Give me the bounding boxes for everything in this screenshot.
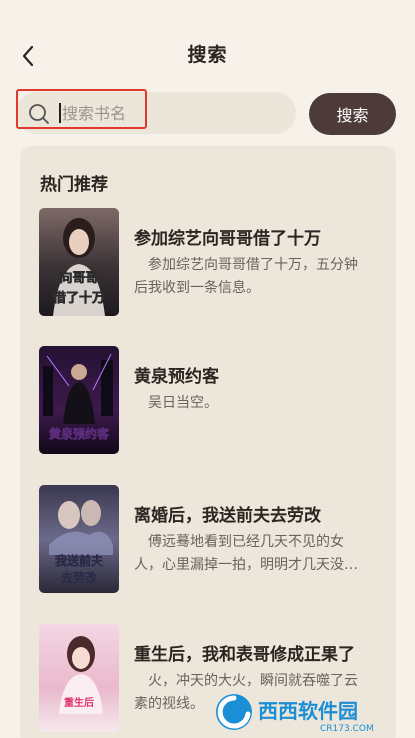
watermark-sub: CR173.COM [320,724,374,734]
svg-text:向哥哥: 向哥哥 [59,270,98,286]
book-title: 黄泉预约客 [134,367,219,387]
watermark-text: 西西软件园 [258,699,358,723]
book-cover: 我送前夫 去劳改 [39,485,119,593]
watermark-logo: 西西软件园 CR173.COM [212,690,402,734]
section-title: 热门推荐 [40,175,108,195]
search-bar: 搜索 [16,89,400,136]
search-input-highlight [16,89,147,129]
book-title: 参加综艺向哥哥借了十万 [134,229,321,249]
book-cover: 黄泉预约客 [39,346,119,454]
book-cover: 向哥哥 借了十万 [39,208,119,316]
book-title: 离婚后，我送前夫去劳改 [134,506,321,526]
svg-text:黄泉预约客: 黄泉预约客 [49,426,110,441]
page-title: 搜索 [187,44,228,66]
book-item[interactable]: 我送前夫 去劳改 离婚后，我送前夫去劳改 傅远蓦地看到已经几天不见的女人，心里漏… [39,485,384,593]
search-button[interactable]: 搜索 [309,93,396,135]
svg-text:借了十万: 借了十万 [52,290,105,306]
book-item[interactable]: 黄泉预约客 黄泉预约客 吴日当空。 [39,346,384,454]
book-description: 吴日当空。 [148,395,218,411]
book-title: 重生后，我和表哥修成正果了 [134,645,355,665]
svg-text:重生后: 重生后 [64,696,94,709]
book-item[interactable]: 向哥哥 借了十万 参加综艺向哥哥借了十万 参加综艺向哥哥借了十万，五分钟后我收到… [39,208,384,316]
book-description: 参加综艺向哥哥借了十万，五分钟后我收到一条信息。 [134,257,358,296]
recommend-panel: 热门推荐 向哥哥 借了十万 参加综艺向哥哥借了十万 参加综艺向哥哥借了十万，五分… [20,146,396,738]
book-cover: 重生后 [39,624,119,732]
svg-text:去劳改: 去劳改 [61,570,98,585]
header: 搜索 [0,0,415,84]
svg-text:我送前夫: 我送前夫 [55,553,104,568]
book-description: 傅远蓦地看到已经几天不见的女人，心里漏掉一拍，明明才几天没见， [134,534,344,573]
